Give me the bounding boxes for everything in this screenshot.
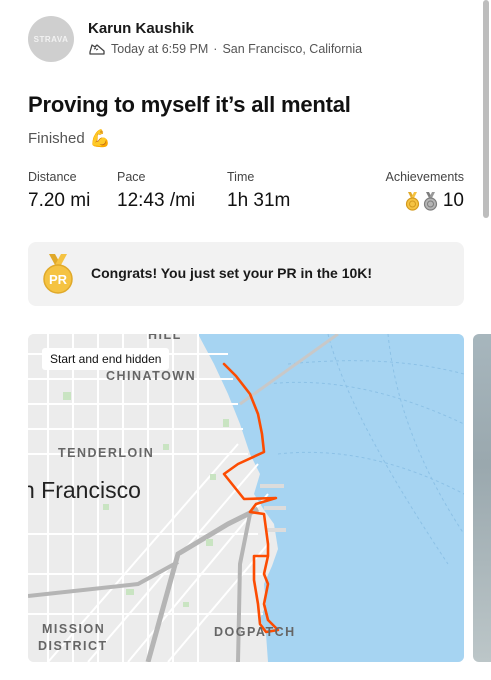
map-label-tenderloin: TENDERLOIN — [58, 446, 155, 460]
pace-label: Pace — [117, 170, 146, 184]
time-value: 1h 31m — [227, 190, 291, 211]
athlete-name[interactable]: Karun Kaushik — [88, 20, 194, 37]
map-label-city: n Francisco — [28, 477, 141, 503]
status-text: Finished — [28, 130, 85, 147]
silver-medal-icon — [423, 191, 437, 211]
scrollbar[interactable] — [483, 0, 489, 218]
map-label-mission: MISSION — [42, 622, 106, 636]
pr-badge-text: PR — [49, 272, 68, 287]
map-label-dogpatch: DOGPATCH — [214, 625, 296, 639]
stat-pace: Pace 12:43 /mi — [117, 170, 195, 212]
map-label-hill: HILL — [148, 334, 182, 342]
avatar[interactable]: STRAVA — [28, 16, 74, 62]
stat-distance: Distance 7.20 mi — [28, 170, 90, 212]
privacy-tag: Start and end hidden — [42, 348, 170, 370]
activity-timestamp: Today at 6:59 PM — [111, 42, 209, 56]
stats-row: Distance 7.20 mi Pace 12:43 /mi Time 1h … — [28, 170, 464, 214]
flexed-biceps-icon: 💪 — [89, 129, 111, 148]
activity-location: San Francisco, California — [222, 42, 363, 56]
pace-value: 12:43 /mi — [117, 190, 196, 211]
distance-label: Distance — [28, 170, 77, 184]
activity-status: Finished 💪 — [28, 130, 111, 147]
achievements-label: Achievements — [385, 170, 464, 184]
activity-meta: Today at 6:59 PM · San Francisco, Califo… — [88, 42, 362, 56]
activity-title: Proving to myself it’s all mental — [28, 92, 351, 117]
gold-medal-icon — [405, 191, 419, 211]
achievements-row[interactable]: 10 — [385, 190, 464, 212]
running-shoe-icon — [89, 44, 105, 55]
pr-message: Congrats! You just set your PR in the 10… — [91, 265, 373, 281]
avatar-text: STRAVA — [33, 34, 69, 44]
time-label: Time — [227, 170, 255, 184]
map-label-district: DISTRICT — [38, 639, 108, 653]
achievements-count: 10 — [442, 190, 464, 211]
activity-header: STRAVA Karun Kaushik Today at 6:59 PM · … — [28, 16, 468, 62]
stat-time: Time 1h 31m — [227, 170, 290, 212]
map-label-chinatown: CHINATOWN — [106, 369, 197, 383]
pr-medal-icon: PR — [43, 254, 73, 294]
route-map[interactable]: Start and end hidden HILL CHINATOWN TEND… — [28, 334, 464, 662]
meta-separator: · — [213, 42, 218, 56]
stat-achievements[interactable]: Achievements 10 — [385, 170, 464, 212]
pr-banner[interactable]: PR Congrats! You just set your PR in the… — [28, 242, 464, 306]
activity-photo-card[interactable] — [473, 334, 491, 662]
distance-value: 7.20 mi — [28, 190, 91, 211]
